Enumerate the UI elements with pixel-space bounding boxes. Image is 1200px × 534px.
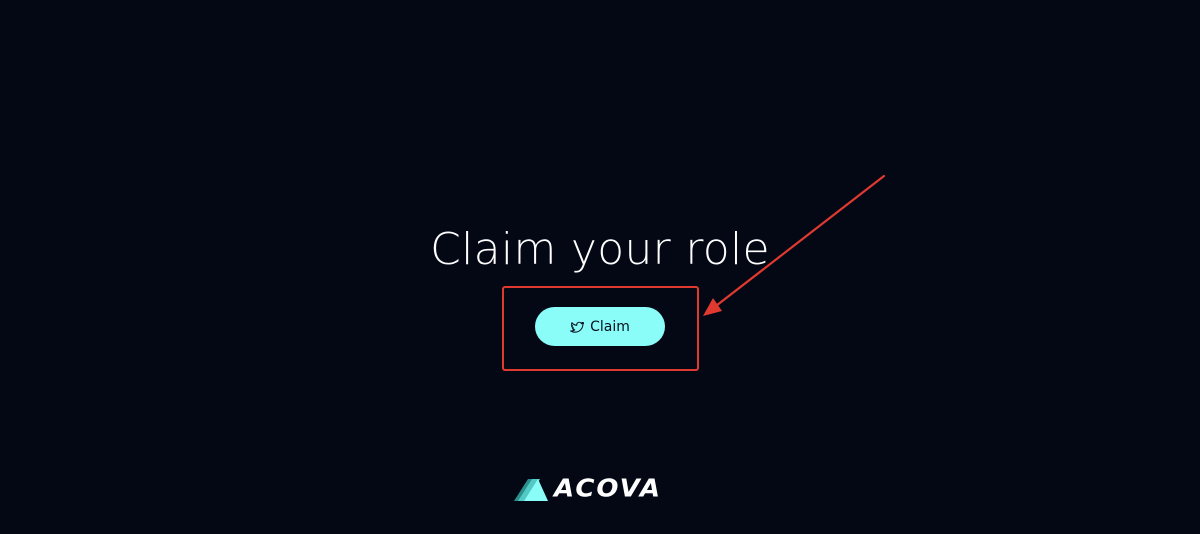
triangle-logo-icon <box>514 479 548 501</box>
acova-logo: ACOVA <box>514 476 662 502</box>
claim-role-page: Claim your role Claim ACOVA <box>0 0 1200 534</box>
twitter-bird-icon <box>570 320 585 334</box>
claim-button[interactable]: Claim <box>535 307 665 346</box>
page-title: Claim your role <box>430 224 770 275</box>
logo-text: ACOVA <box>554 474 663 504</box>
claim-button-label: Claim <box>590 318 630 335</box>
